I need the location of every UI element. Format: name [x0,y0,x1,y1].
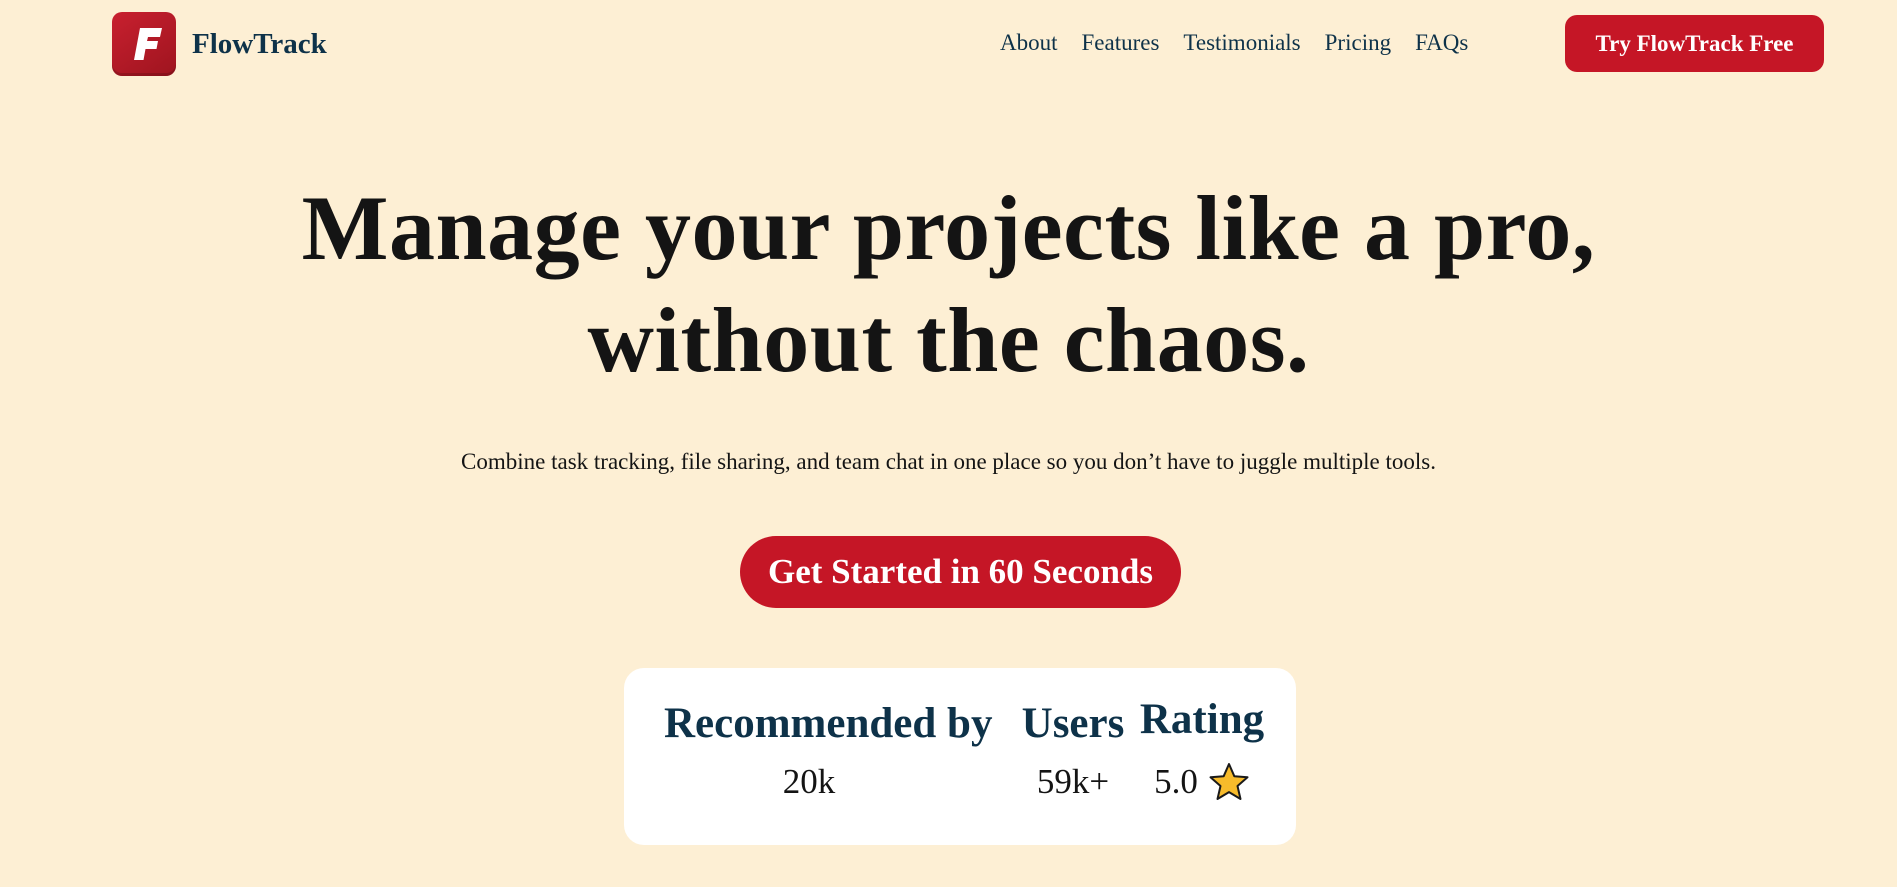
nav-link-features[interactable]: Features [1082,28,1160,58]
hero-title-line-1: Manage your projects like a pro, [301,177,1596,279]
stat-users: Users 59k+ [1008,698,1138,804]
nav-link-testimonials[interactable]: Testimonials [1183,28,1300,58]
stat-recommended: Recommended by 20k [664,698,993,804]
get-started-button[interactable]: Get Started in 60 Seconds [740,536,1181,608]
star-icon [1209,763,1249,800]
nav-link-pricing[interactable]: Pricing [1325,28,1391,58]
flowtrack-logo[interactable] [112,12,176,76]
stat-rating: Rating 5.0 [1132,694,1272,804]
stat-label: Rating [1139,696,1265,743]
stat-value: 59k+ [1036,762,1110,801]
stat-value: 20k [782,762,836,801]
stat-label: Recommended by [664,700,993,747]
stats-card: Recommended by 20k Users 59k+ Rating 5.0 [624,668,1296,845]
nav-links: About Features Testimonials Pricing FAQs [1000,28,1468,58]
hero-title-line-2: without the chaos. [587,289,1310,391]
hero-subtitle: Combine task tracking, file sharing, and… [461,449,1436,474]
logo-f-icon [134,28,162,60]
top-navigation: FlowTrack About Features Testimonials Pr… [0,0,1897,88]
nav-link-about[interactable]: About [1000,28,1058,58]
nav-link-faqs[interactable]: FAQs [1415,28,1468,58]
hero-title: Manage your projects like a pro, without… [0,172,1897,396]
stat-label: Users [1021,700,1125,747]
stat-rating-value: 5.0 [1132,760,1272,804]
try-free-button[interactable]: Try FlowTrack Free [1565,15,1824,72]
rating-number: 5.0 [1154,762,1198,801]
brand-name[interactable]: FlowTrack [192,26,327,62]
